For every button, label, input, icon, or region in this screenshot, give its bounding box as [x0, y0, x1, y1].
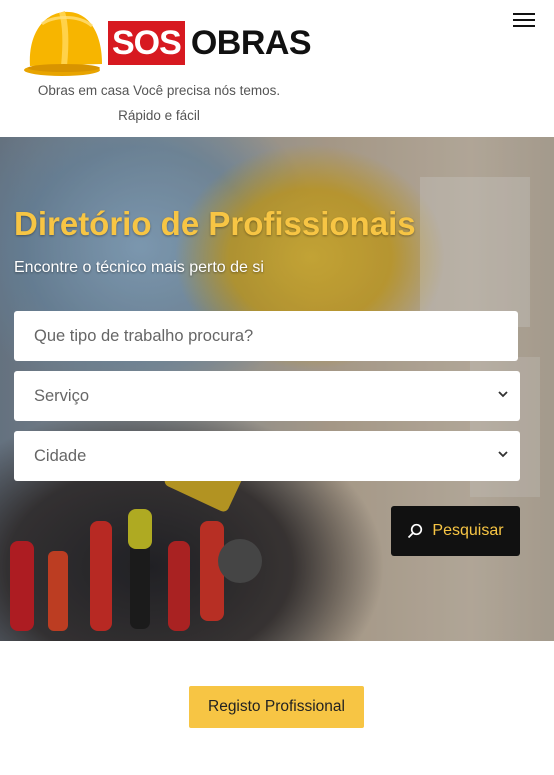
service-select[interactable]: Serviço: [14, 371, 520, 421]
site-header: SOS OBRAS Obras em casa Você precisa nós…: [0, 0, 554, 137]
search-button[interactable]: Pesquisar: [391, 506, 520, 556]
search-input[interactable]: Que tipo de trabalho procura?: [14, 311, 518, 361]
page-subtitle: Encontre o técnico mais perto de si: [14, 259, 264, 276]
hard-hat-icon: [24, 11, 102, 76]
hero-section: Diretório de Profissionais Encontre o té…: [0, 137, 554, 641]
city-select-value: Cidade: [34, 446, 87, 465]
city-select[interactable]: Cidade: [14, 431, 520, 481]
search-input-placeholder: Que tipo de trabalho procura?: [34, 326, 254, 345]
register-professional-button[interactable]: Registo Profissional: [189, 686, 364, 728]
hamburger-menu-icon[interactable]: [511, 10, 537, 30]
tagline: Obras em casa Você precisa nós temos.: [37, 83, 281, 98]
search-button-label: Pesquisar: [432, 522, 504, 539]
chevron-down-icon: [498, 451, 508, 458]
logo-obras-text: OBRAS: [190, 24, 312, 62]
search-icon: [408, 523, 423, 539]
site-logo[interactable]: SOS OBRAS: [18, 4, 312, 78]
chevron-down-icon: [498, 391, 508, 398]
menu-bar: [513, 13, 535, 15]
logo-wordmark: SOS OBRAS: [108, 20, 312, 66]
logo-sos-text: SOS: [108, 21, 185, 65]
tagline-secondary: Rápido e fácil: [118, 108, 200, 123]
service-select-value: Serviço: [34, 386, 90, 405]
page-title: Diretório de Profissionais: [14, 205, 416, 242]
menu-bar: [513, 25, 535, 27]
menu-bar: [513, 19, 535, 21]
register-button-label: Registo Profissional: [208, 698, 345, 715]
